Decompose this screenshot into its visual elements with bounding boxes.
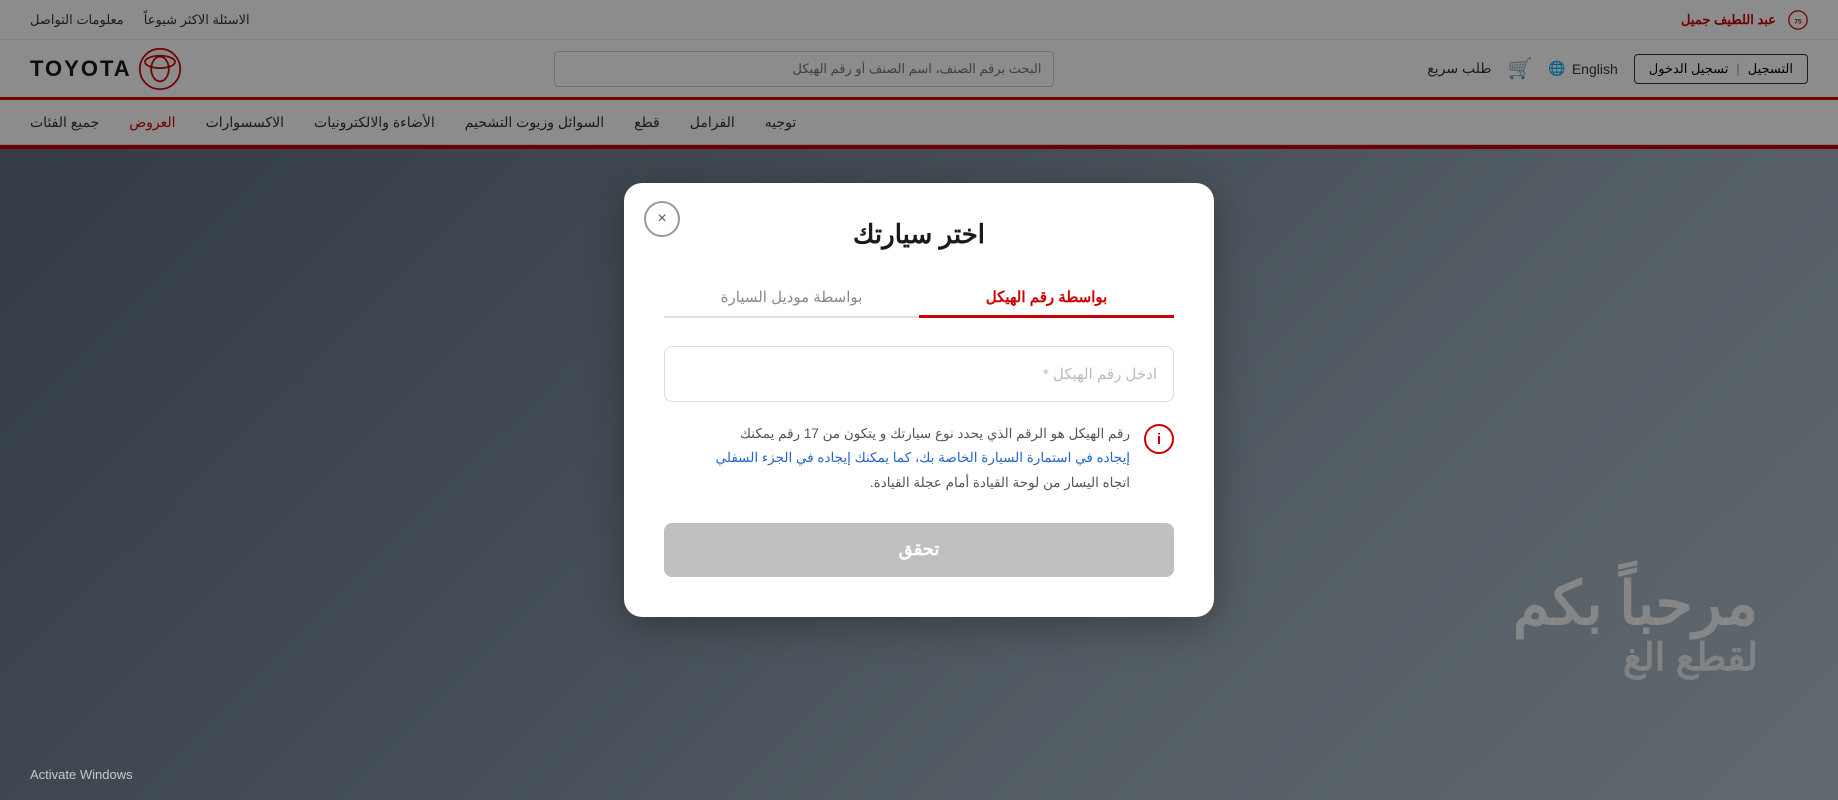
info-icon: i [1144,424,1174,454]
tab-model[interactable]: بواسطة موديل السيارة [664,278,919,316]
vin-input[interactable] [664,346,1174,402]
car-select-modal: × اختر سيارتك بواسطة رقم الهيكل بواسطة م… [624,183,1214,617]
info-text: رقم الهيكل هو الرقم الذي يحدد نوع سيارتك… [716,422,1130,495]
modal-backdrop: × اختر سيارتك بواسطة رقم الهيكل بواسطة م… [0,0,1838,800]
close-icon: × [657,210,666,228]
modal-close-button[interactable]: × [644,201,680,237]
tab-vin[interactable]: بواسطة رقم الهيكل [919,278,1174,316]
modal-title: اختر سيارتك [664,219,1174,250]
info-block: i رقم الهيكل هو الرقم الذي يحدد نوع سيار… [664,422,1174,495]
vin-input-wrap [664,346,1174,402]
modal-tabs: بواسطة رقم الهيكل بواسطة موديل السيارة [664,278,1174,318]
info-link[interactable]: إيجاده في استمارة السيارة الخاصة بك، كما… [716,450,1130,465]
submit-button[interactable]: تحقق [664,523,1174,577]
